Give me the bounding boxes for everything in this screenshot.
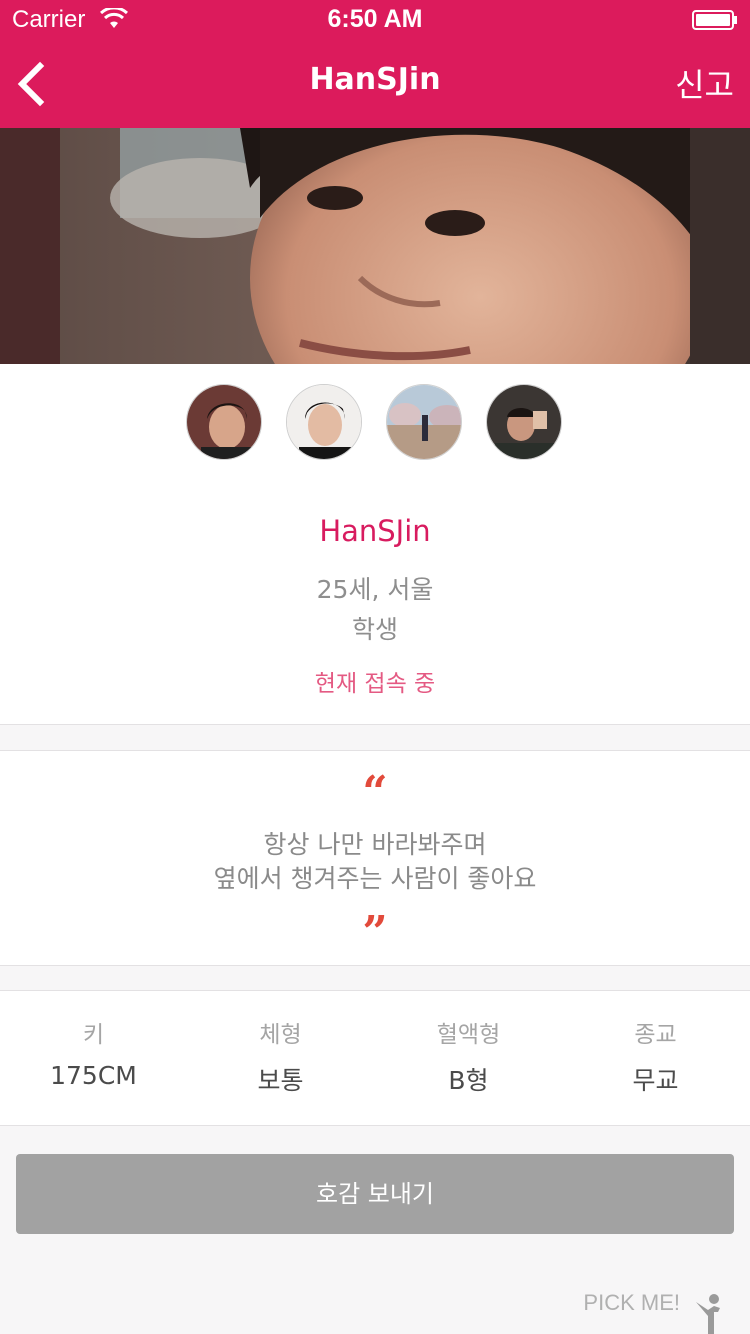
profile-occupation: 학생 [351, 615, 398, 644]
stat-label: 종교 [634, 1022, 677, 1048]
stat-height: 키 175CM [0, 991, 187, 1125]
hero-photo-image [0, 128, 750, 364]
profile-card: HanSJin 25세, 서울 학생 현재 접속 중 [0, 364, 750, 725]
page-title: HanSJin [309, 62, 441, 97]
thumbnail-image [487, 385, 561, 459]
stat-label: 키 [82, 1022, 105, 1048]
battery-icon [692, 10, 737, 30]
photo-thumbnail-1[interactable] [186, 384, 262, 460]
profile-name: HanSJin [319, 514, 431, 548]
stat-blood-type: 혈액형 B형 [375, 991, 562, 1125]
stat-religion: 종교 무교 [562, 991, 749, 1125]
navigation-bar: Carrier 6:50 AM HanSJin 신고 [0, 0, 750, 128]
stat-value: 무교 [632, 1066, 679, 1095]
online-status: 현재 접속 중 [314, 671, 436, 697]
quote-line-2: 옆에서 챙겨주는 사람이 좋아요 [213, 864, 537, 893]
thumbnail-image [387, 385, 461, 459]
close-quote-icon: ” [362, 907, 388, 958]
stat-body-type: 체형 보통 [187, 991, 374, 1125]
stat-value: 보통 [257, 1066, 304, 1095]
photo-thumbnail-2[interactable] [286, 384, 362, 460]
photo-thumbnail-4[interactable] [486, 384, 562, 460]
stat-value: B형 [448, 1066, 489, 1095]
stat-value: 175CM [50, 1061, 137, 1090]
status-time: 6:50 AM [327, 5, 423, 33]
thumbnail-image [187, 385, 261, 459]
pick-me-label[interactable]: PICK ME! [583, 1290, 680, 1316]
thumbnail-image [287, 385, 361, 459]
profile-hero-photo[interactable] [0, 128, 750, 364]
profile-age-location: 25세, 서울 [316, 575, 434, 604]
person-waving-icon[interactable] [690, 1292, 730, 1334]
stat-label: 체형 [259, 1022, 302, 1048]
send-like-button[interactable]: 호감 보내기 [16, 1154, 734, 1234]
intro-quote-card: “ 항상 나만 바라봐주며 옆에서 챙겨주는 사람이 좋아요 ” [0, 750, 750, 966]
quote-line-1: 항상 나만 바라봐주며 [263, 830, 487, 859]
open-quote-icon: “ [362, 767, 388, 818]
photo-thumbnail-3[interactable] [386, 384, 462, 460]
status-bar: Carrier 6:50 AM [0, 0, 750, 40]
profile-stats: 키 175CM 체형 보통 혈액형 B형 종교 무교 [0, 990, 750, 1126]
report-button[interactable]: 신고 [675, 60, 734, 106]
stat-label: 혈액형 [436, 1022, 501, 1048]
